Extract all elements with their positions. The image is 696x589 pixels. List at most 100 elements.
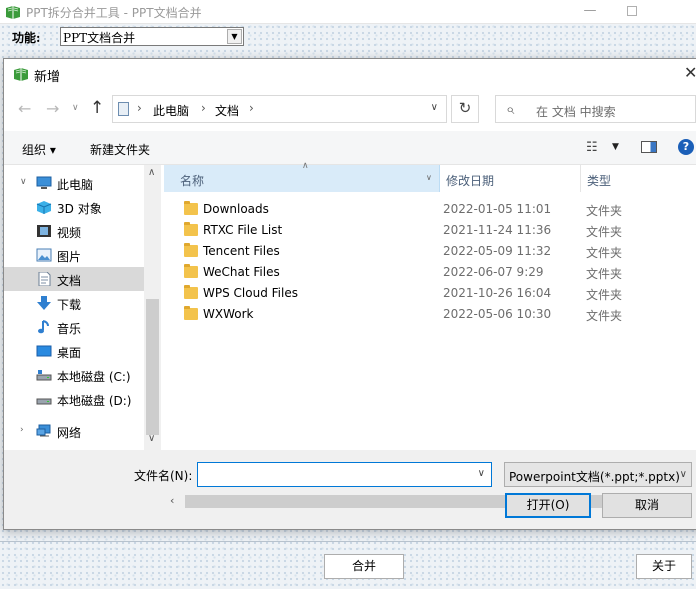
up-arrow-icon[interactable]: ↑: [90, 98, 104, 118]
expand-chevron-icon[interactable]: ›: [20, 425, 24, 435]
main-titlebar: PPT拆分合并工具 - PPT文档合并 —: [0, 0, 696, 24]
document-location-icon: [118, 102, 129, 116]
maximize-button[interactable]: [612, 0, 652, 24]
file-type-value: Powerpoint文档(*.ppt;*.pptx): [509, 470, 680, 484]
file-type-select[interactable]: Powerpoint文档(*.ppt;*.pptx) ∨: [504, 462, 692, 487]
maximize-icon: [627, 6, 637, 16]
tree-item-label: 网络: [57, 426, 82, 440]
breadcrumb-separator: ›: [201, 101, 206, 115]
music-icon: [38, 320, 49, 334]
tree-item-drive-d[interactable]: 本地磁盘 (D:): [4, 387, 144, 411]
open-file-dialog: 新增 ✕ ← → ∨ ↑ › 此电脑 › 文档 › ∨ ↻ ⌕ 在 文档 中搜索…: [3, 58, 696, 530]
scrollbar-thumb[interactable]: [146, 299, 159, 435]
network-icon: [36, 424, 51, 437]
table-row[interactable]: Downloads 2022-01-05 11:01 文件夹: [164, 199, 696, 220]
column-name-label: 名称: [180, 174, 205, 188]
window-title: PPT拆分合并工具 - PPT文档合并: [26, 6, 202, 20]
file-date: 2021-11-24 11:36: [443, 223, 552, 237]
recent-locations-chevron-icon[interactable]: ∨: [72, 103, 79, 113]
open-button[interactable]: 打开(O): [505, 493, 591, 518]
file-date: 2022-01-05 11:01: [443, 202, 552, 216]
address-bar[interactable]: › 此电脑 › 文档 › ∨: [112, 95, 447, 123]
breadcrumb-separator: ›: [137, 101, 142, 115]
tree-item-label: 音乐: [57, 322, 82, 336]
tree-item-pictures[interactable]: 图片: [4, 243, 144, 267]
tree-item-label: 文档: [57, 274, 82, 288]
close-icon[interactable]: ✕: [684, 63, 696, 82]
organize-menu[interactable]: 组织 ▾: [22, 141, 56, 158]
app-book-icon: [14, 68, 28, 81]
file-type: 文件夹: [586, 267, 623, 281]
merge-button[interactable]: 合并: [324, 554, 404, 579]
navigation-scrollbar[interactable]: ∧ ∨: [144, 165, 161, 450]
table-row[interactable]: WPS Cloud Files 2021-10-26 16:04 文件夹: [164, 283, 696, 304]
table-row[interactable]: RTXC File List 2021-11-24 11:36 文件夹: [164, 220, 696, 241]
new-folder-button[interactable]: 新建文件夹: [90, 141, 150, 158]
column-header-date[interactable]: 修改日期: [441, 165, 581, 192]
file-name: RTXC File List: [203, 223, 283, 237]
back-arrow-icon[interactable]: ←: [18, 99, 31, 118]
navigation-pane: ∨ 此电脑 3D 对象 视频 图片 文档 下载 音乐 桌面 本地磁盘 (C:) …: [4, 165, 164, 450]
file-type: 文件夹: [586, 309, 623, 323]
tree-item-videos[interactable]: 视频: [4, 219, 144, 243]
function-select-value: PPT文档合并: [63, 31, 136, 45]
refresh-icon: ↻: [458, 99, 472, 117]
help-icon[interactable]: ?: [678, 139, 694, 155]
tree-item-documents[interactable]: 文档: [4, 267, 144, 291]
file-name: WXWork: [203, 307, 254, 321]
expand-chevron-icon[interactable]: ∨: [20, 177, 27, 187]
preview-pane-icon[interactable]: [641, 141, 657, 153]
dialog-titlebar: 新增 ✕: [4, 59, 696, 89]
about-button[interactable]: 关于: [636, 554, 692, 579]
file-date: 2021-10-26 16:04: [443, 286, 552, 300]
video-icon: [37, 225, 51, 237]
file-type: 文件夹: [586, 225, 623, 239]
tree-item-drive-c[interactable]: 本地磁盘 (C:): [4, 363, 144, 387]
function-select[interactable]: PPT文档合并 ▼: [60, 27, 244, 46]
minimize-button[interactable]: —: [570, 0, 610, 24]
dialog-title: 新增: [34, 70, 61, 85]
tree-item-desktop[interactable]: 桌面: [4, 339, 144, 363]
column-type-label: 类型: [587, 174, 612, 188]
file-type: 文件夹: [586, 204, 623, 218]
table-row[interactable]: WeChat Files 2022-06-07 9:29 文件夹: [164, 262, 696, 283]
breadcrumb-this-pc[interactable]: 此电脑: [153, 102, 189, 119]
tree-item-music[interactable]: 音乐: [4, 315, 144, 339]
breadcrumb-documents[interactable]: 文档: [215, 102, 239, 119]
file-name: Downloads: [203, 202, 269, 216]
column-header-type[interactable]: 类型: [582, 165, 696, 192]
app-book-icon: [6, 6, 20, 19]
filename-input[interactable]: ∨: [197, 462, 492, 487]
divider: [0, 541, 696, 542]
column-header-name[interactable]: 名称 ∧ ∨: [164, 161, 440, 192]
tree-item-downloads[interactable]: 下载: [4, 291, 144, 315]
scroll-down-icon[interactable]: ∨: [148, 433, 155, 444]
file-date: 2022-05-06 10:30: [443, 307, 552, 321]
dialog-toolbar: 组织 ▾ 新建文件夹 ☷ ▼ ?: [4, 131, 696, 165]
tree-item-label: 视频: [57, 226, 82, 240]
table-row[interactable]: WXWork 2022-05-06 10:30 文件夹: [164, 304, 696, 325]
file-list: 名称 ∧ ∨ 修改日期 类型 Downloads 2022-01-05 11:0…: [164, 161, 696, 510]
chevron-down-icon[interactable]: ∨: [478, 468, 485, 479]
tree-item-network[interactable]: › 网络: [4, 419, 144, 443]
view-options-icon[interactable]: ☷: [586, 140, 598, 155]
scroll-up-icon[interactable]: ∧: [148, 167, 155, 178]
drive-icon: [36, 370, 52, 381]
tree-item-label: 此电脑: [57, 178, 94, 192]
cancel-button[interactable]: 取消: [602, 493, 692, 518]
view-dropdown-icon[interactable]: ▼: [612, 142, 619, 152]
search-input[interactable]: ⌕ 在 文档 中搜索: [495, 95, 696, 123]
tree-item-label: 本地磁盘 (C:): [57, 370, 131, 384]
refresh-button[interactable]: ↻: [451, 95, 479, 123]
scroll-left-icon[interactable]: ‹: [170, 494, 174, 507]
chevron-down-icon[interactable]: ∨: [431, 102, 438, 113]
column-dropdown-icon[interactable]: ∨: [426, 173, 432, 182]
function-bar: 功能: PPT文档合并 ▼: [0, 24, 696, 50]
tree-item-3d-objects[interactable]: 3D 对象: [4, 195, 144, 219]
breadcrumb-separator: ›: [249, 101, 254, 115]
folder-icon: [184, 264, 198, 278]
table-row[interactable]: Tencent Files 2022-05-09 11:32 文件夹: [164, 241, 696, 262]
folder-icon: [184, 306, 198, 320]
forward-arrow-icon[interactable]: →: [46, 99, 59, 118]
tree-item-this-pc[interactable]: ∨ 此电脑: [4, 171, 144, 195]
